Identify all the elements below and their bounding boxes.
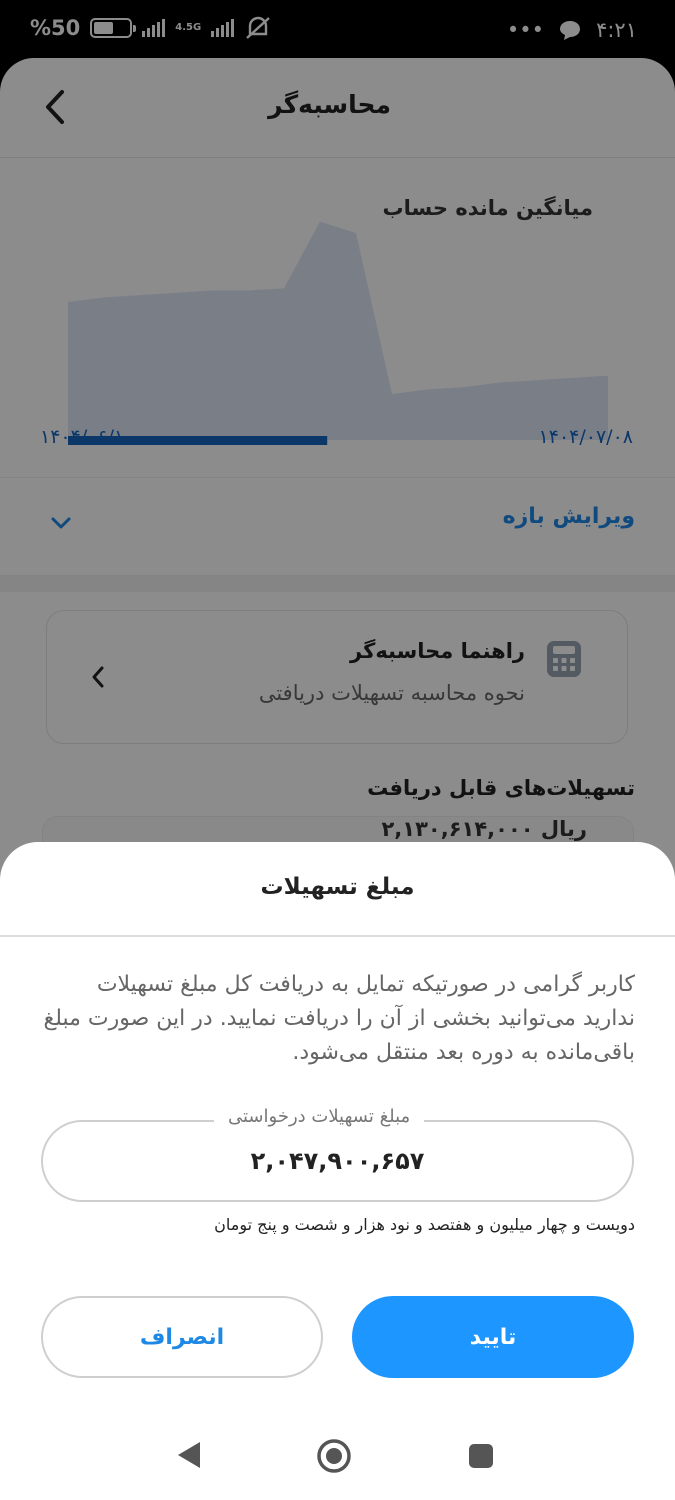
- amount-field-label: مبلغ تسهیلات درخواستی: [214, 1106, 425, 1127]
- nav-back-icon[interactable]: [176, 1440, 202, 1470]
- confirm-button[interactable]: تایید: [352, 1296, 634, 1378]
- loan-amount-input[interactable]: [41, 1120, 634, 1202]
- cancel-button[interactable]: انصراف: [41, 1296, 323, 1378]
- nav-home-icon[interactable]: [316, 1438, 352, 1474]
- amount-in-words: دویست و چهار میلیون و هفتصد و نود هزار و…: [214, 1215, 635, 1234]
- sheet-description: کاربر گرامی در صورتیکه تمایل به دریافت ک…: [43, 972, 635, 1065]
- nav-recent-apps-icon[interactable]: [468, 1443, 494, 1469]
- sheet-divider: [0, 935, 675, 937]
- sheet-title: مبلغ تسهیلات: [260, 874, 415, 900]
- loan-amount-sheet: مبلغ تسهیلات کاربر گرامی در صورتیکه تمای…: [0, 842, 675, 1500]
